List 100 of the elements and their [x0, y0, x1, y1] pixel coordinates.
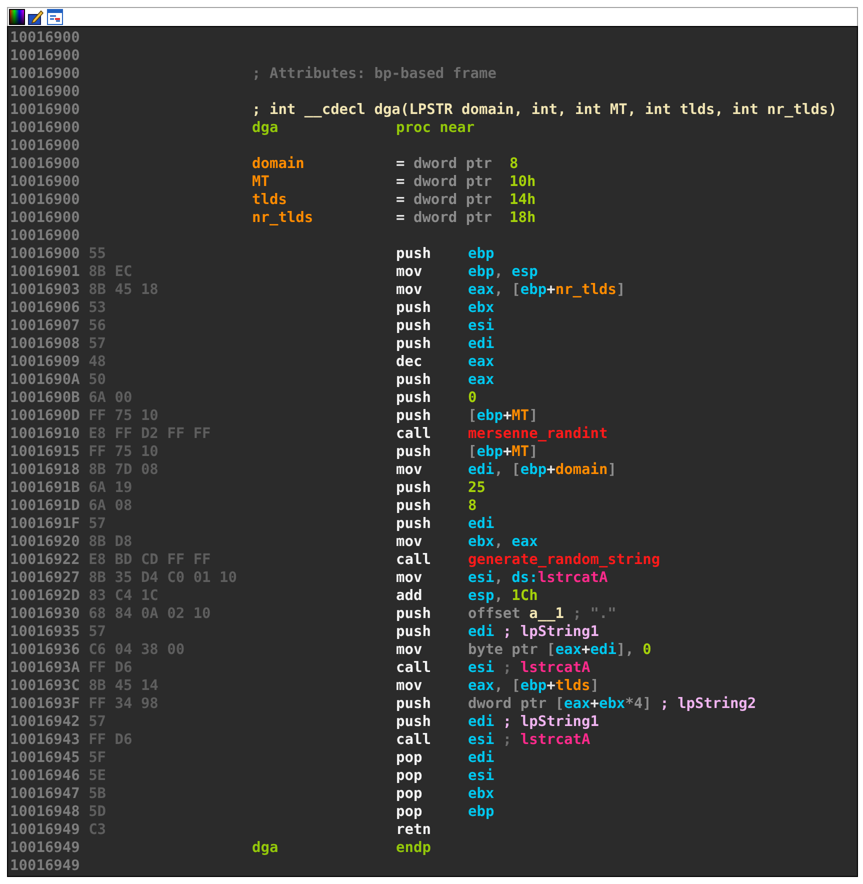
- comment: ; Attributes: bp-based frame: [252, 65, 498, 83]
- mnemonic: mov: [396, 641, 424, 659]
- address: 10016900: [10, 65, 80, 83]
- mnemonic: mov: [396, 677, 424, 695]
- operand: eax: [468, 353, 496, 371]
- address: 10016915: [10, 443, 80, 461]
- address: 10016901: [10, 263, 80, 281]
- address: 10016900: [10, 101, 80, 119]
- address: 10016900: [10, 47, 80, 65]
- operand: esi: [468, 767, 496, 785]
- address: 1001693C: [10, 677, 80, 695]
- address: 10016900: [10, 227, 80, 245]
- operand: ebp: [468, 803, 496, 821]
- operand: 8: [468, 497, 478, 515]
- mnemonic: mov: [396, 263, 424, 281]
- operand: ebx: [468, 299, 496, 317]
- address: 10016900: [10, 137, 80, 155]
- address: 1001692D: [10, 587, 80, 605]
- address: 10016943: [10, 731, 80, 749]
- mnemonic: push: [396, 605, 432, 623]
- address: 10016903: [10, 281, 80, 299]
- address: 10016936: [10, 641, 80, 659]
- address: 10016920: [10, 533, 80, 551]
- address: 1001693F: [10, 695, 80, 713]
- operand: ebp, esp: [468, 263, 539, 281]
- mnemonic: push: [396, 371, 432, 389]
- address: 10016900: [10, 83, 80, 101]
- mnemonic: pop: [396, 749, 424, 767]
- address: 10016922: [10, 551, 80, 569]
- toolbar-button[interactable]: [47, 9, 63, 25]
- operand: ebx: [468, 785, 496, 803]
- address: 10016910: [10, 425, 80, 443]
- mnemonic: push: [396, 713, 432, 731]
- address: 10016930: [10, 605, 80, 623]
- operand: edi: [468, 335, 496, 353]
- address: 10016908: [10, 335, 80, 353]
- operand: [ebp+MT]: [468, 443, 539, 461]
- operand: esi, ds:lstrcatA: [468, 569, 609, 587]
- address: 10016900: [10, 173, 80, 191]
- mnemonic: pop: [396, 803, 424, 821]
- operand: 25: [468, 479, 486, 497]
- operand: edi: [468, 749, 496, 767]
- mnemonic: call: [396, 425, 432, 443]
- operand: esi ; lstrcatA: [468, 731, 592, 749]
- operand: ebp: [468, 245, 496, 263]
- address: 10016949: [10, 857, 80, 875]
- operand: = dword ptr 10h: [396, 173, 537, 191]
- mnemonic: push: [396, 623, 432, 641]
- operand: edi ; lpString1: [468, 623, 600, 641]
- mnemonic: pop: [396, 767, 424, 785]
- operand: generate_random_string: [468, 551, 662, 569]
- operand: edi, [ebp+domain]: [468, 461, 618, 479]
- operand: esp, 1Ch: [468, 587, 539, 605]
- mnemonic: push: [396, 299, 432, 317]
- mnemonic: mov: [396, 569, 424, 587]
- comment: ; int __cdecl dga(LPSTR domain, int, int MT, int tlds, int nr_tlds): [252, 101, 838, 119]
- address: 10016945: [10, 749, 80, 767]
- address: 1001691B: [10, 479, 80, 497]
- address: 10016900: [10, 245, 80, 263]
- label: MT: [252, 173, 270, 191]
- mnemonic: push: [396, 443, 432, 461]
- address: 10016949: [10, 839, 80, 857]
- address: 10016949: [10, 821, 80, 839]
- address: 1001690B: [10, 389, 80, 407]
- mnemonic: endp: [396, 839, 432, 857]
- label: domain: [252, 155, 306, 173]
- toolbar-button[interactable]: [9, 9, 25, 25]
- mnemonic: dec: [396, 353, 424, 371]
- mnemonic: call: [396, 659, 432, 677]
- address: 10016942: [10, 713, 80, 731]
- operand: mersenne_randint: [468, 425, 609, 443]
- mnemonic: push: [396, 317, 432, 335]
- operand: offset a__1 ; ".": [468, 605, 618, 623]
- address: 10016946: [10, 767, 80, 785]
- address: 10016918: [10, 461, 80, 479]
- operand: eax: [468, 371, 496, 389]
- mnemonic: mov: [396, 533, 424, 551]
- address: 10016900: [10, 191, 80, 209]
- mnemonic: push: [396, 335, 432, 353]
- operand: dword ptr [eax+ebx*4] ; lpString2: [468, 695, 758, 713]
- mnemonic: push: [396, 497, 432, 515]
- mnemonic: mov: [396, 281, 424, 299]
- mnemonic: retn: [396, 821, 432, 839]
- mnemonic: push: [396, 389, 432, 407]
- label: tlds: [252, 191, 288, 209]
- operand: = dword ptr 18h: [396, 209, 537, 227]
- toolbar-button[interactable]: [28, 9, 44, 25]
- mnemonic: proc near: [396, 119, 476, 137]
- operand: ebx, eax: [468, 533, 539, 551]
- address: 1001690A: [10, 371, 80, 389]
- address: 10016907: [10, 317, 80, 335]
- mnemonic: push: [396, 515, 432, 533]
- operand: eax, [ebp+nr_tlds]: [468, 281, 626, 299]
- mnemonic: mov: [396, 461, 424, 479]
- mnemonic: call: [396, 551, 432, 569]
- operand: = dword ptr 14h: [396, 191, 537, 209]
- address: 1001690D: [10, 407, 80, 425]
- operand: esi ; lstrcatA: [468, 659, 592, 677]
- operand: [ebp+MT]: [468, 407, 539, 425]
- pencil-icon: [28, 9, 44, 25]
